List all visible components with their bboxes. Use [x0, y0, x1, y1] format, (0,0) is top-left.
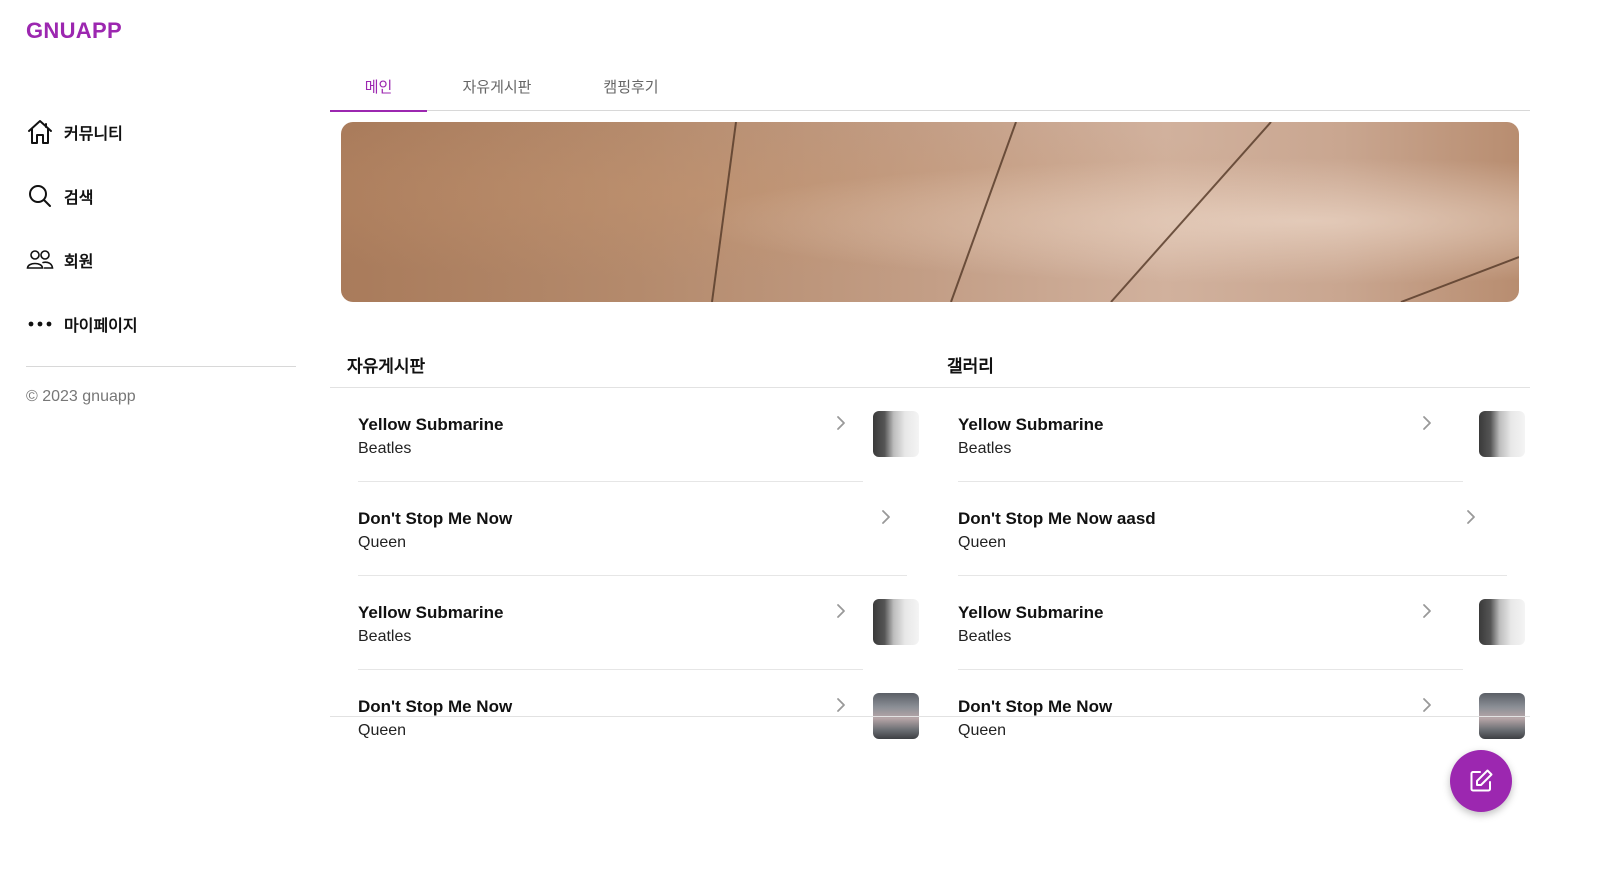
- sidebar-item-mypage[interactable]: 마이페이지: [26, 292, 296, 356]
- sidebar-item-label: 검색: [64, 188, 94, 207]
- chevron-right-icon: [837, 416, 845, 430]
- section-gallery: 갤러리 Yellow Submarine Beatles Don't Stop …: [930, 340, 1530, 739]
- item-subtitle: Beatles: [358, 628, 412, 645]
- chevron-right-icon: [1467, 510, 1475, 524]
- tab-free-board[interactable]: 자유게시판: [427, 62, 567, 111]
- item-thumbnail: [873, 411, 919, 457]
- sidebar-item-search[interactable]: 검색: [26, 164, 296, 228]
- sidebar-item-label: 커뮤니티: [64, 124, 123, 143]
- sidebar-item-label: 마이페이지: [64, 316, 138, 335]
- divider: [930, 716, 1530, 717]
- list-item[interactable]: Don't Stop Me Now Queen: [330, 670, 930, 764]
- write-post-button[interactable]: [1450, 750, 1512, 812]
- item-title: Don't Stop Me Now: [358, 509, 513, 528]
- list-item[interactable]: Yellow Submarine Beatles: [930, 388, 1530, 482]
- more-icon: [26, 310, 54, 338]
- item-title: Don't Stop Me Now: [958, 697, 1113, 716]
- section-free-board: 자유게시판 Yellow Submarine Beatles Don't Sto…: [330, 340, 930, 739]
- search-icon: [26, 182, 54, 210]
- item-subtitle: Queen: [958, 534, 1007, 551]
- chevron-right-icon: [837, 698, 845, 712]
- item-subtitle: Queen: [358, 722, 407, 739]
- sidebar-nav: 커뮤니티 검색 회원 마이페이지: [26, 100, 296, 356]
- list-item[interactable]: Don't Stop Me Now aasd Queen: [930, 482, 1530, 576]
- divider: [330, 716, 930, 717]
- item-subtitle: Beatles: [958, 440, 1012, 457]
- edit-icon: [1470, 769, 1493, 792]
- item-thumbnail: [1479, 599, 1525, 645]
- item-title: Yellow Submarine: [958, 415, 1104, 434]
- list-item[interactable]: Yellow Submarine Beatles: [330, 388, 930, 482]
- item-thumbnail: [873, 599, 919, 645]
- post-list: Yellow Submarine Beatles Don't Stop Me N…: [330, 388, 930, 764]
- item-title: Yellow Submarine: [358, 603, 504, 622]
- section-title: 갤러리: [947, 356, 994, 377]
- list-item[interactable]: Don't Stop Me Now Queen: [330, 482, 930, 576]
- gallery-list: Yellow Submarine Beatles Don't Stop Me N…: [930, 388, 1530, 764]
- chevron-right-icon: [1423, 604, 1431, 618]
- chevron-right-icon: [1423, 416, 1431, 430]
- item-title: Yellow Submarine: [958, 603, 1104, 622]
- item-subtitle: Beatles: [358, 440, 412, 457]
- users-icon: [26, 246, 54, 274]
- list-item[interactable]: Don't Stop Me Now Queen: [930, 670, 1530, 764]
- list-item[interactable]: Yellow Submarine Beatles: [930, 576, 1530, 670]
- sidebar-divider: [26, 366, 296, 367]
- main-content: 메인 자유게시판 캠핑후기 자유게시판 Yellow Submarine Bea…: [330, 0, 1530, 877]
- copyright-text: © 2023 gnuapp: [26, 388, 136, 405]
- sidebar-item-community[interactable]: 커뮤니티: [26, 100, 296, 164]
- list-item[interactable]: Yellow Submarine Beatles: [330, 576, 930, 670]
- item-title: Don't Stop Me Now: [358, 697, 513, 716]
- tab-bar: 메인 자유게시판 캠핑후기: [330, 62, 1530, 112]
- item-title: Don't Stop Me Now aasd: [958, 509, 1156, 528]
- item-subtitle: Queen: [958, 722, 1007, 739]
- item-thumbnail: [1479, 411, 1525, 457]
- item-title: Yellow Submarine: [358, 415, 504, 434]
- app-logo[interactable]: GNUAPP: [26, 18, 122, 44]
- sidebar-item-label: 회원: [64, 252, 94, 271]
- item-subtitle: Beatles: [958, 628, 1012, 645]
- tab-main[interactable]: 메인: [330, 62, 427, 112]
- sidebar: GNUAPP 커뮤니티 검색 회원 마이페이지 © 2023 gnuapp: [26, 0, 296, 877]
- sidebar-item-members[interactable]: 회원: [26, 228, 296, 292]
- chevron-right-icon: [882, 510, 890, 524]
- home-icon: [26, 118, 54, 146]
- chevron-right-icon: [837, 604, 845, 618]
- tab-camping-review[interactable]: 캠핑후기: [567, 62, 695, 111]
- chevron-right-icon: [1423, 698, 1431, 712]
- item-subtitle: Queen: [358, 534, 407, 551]
- banner-image[interactable]: [341, 122, 1519, 302]
- section-title: 자유게시판: [347, 356, 426, 377]
